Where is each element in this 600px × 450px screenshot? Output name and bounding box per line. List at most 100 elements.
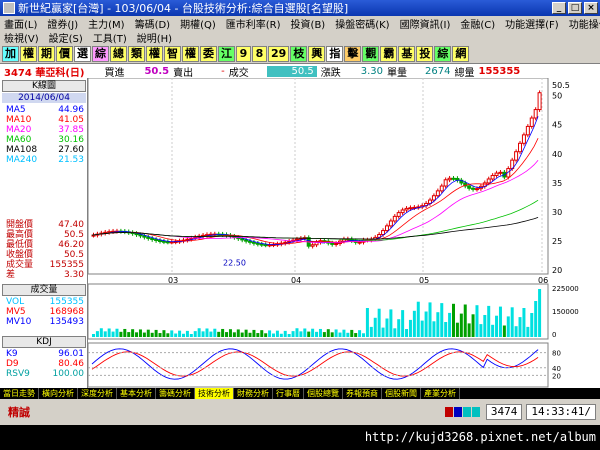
volume-bar	[377, 308, 381, 337]
stock-code-field[interactable]: 3474	[485, 404, 523, 420]
volume-bar	[322, 332, 326, 337]
bottom-tab[interactable]: 個股總覽	[304, 388, 343, 399]
menu-item[interactable]: 畫面(L)	[4, 16, 37, 31]
toolbar-button[interactable]: 9	[236, 45, 251, 62]
price-tick: 20	[552, 266, 562, 275]
menu-item[interactable]: 功能選擇(F)	[505, 16, 559, 31]
menu-item[interactable]: 籌碼(D)	[135, 16, 171, 31]
indicator-row: MA108 27.60	[0, 145, 88, 155]
menu-item[interactable]: 操盤密碼(K)	[335, 16, 389, 31]
bottom-tab[interactable]: 當日走勢	[0, 388, 39, 399]
toolbar-button[interactable]: 投	[416, 45, 434, 62]
menu-item[interactable]: 期權(Q)	[180, 16, 216, 31]
toolbar-button[interactable]: 選	[74, 45, 91, 62]
stock-chart[interactable]: 50.5 50 45 40 35 30 25 20 03 04 05 06 22.50 225000 150…	[87, 77, 600, 388]
volume-bar	[455, 322, 459, 337]
bottom-tab[interactable]: 行事曆	[273, 388, 304, 399]
toolbar-button[interactable]: 綜	[92, 45, 109, 62]
menu-item[interactable]: 匯市利率(R)	[226, 16, 281, 31]
volume-bar	[92, 334, 95, 337]
menu-item[interactable]: 主力(M)	[88, 16, 124, 31]
bottom-tab[interactable]: 橫向分析	[39, 388, 78, 399]
volume-bar	[260, 330, 264, 337]
indicator-value: 80.46	[58, 359, 84, 369]
toolbar-button[interactable]: 29	[268, 45, 290, 62]
volume-bar	[338, 332, 342, 337]
bottom-tab[interactable]: 技術分析	[195, 388, 234, 399]
chart-area[interactable]: 50.5 50 45 40 35 30 25 20 03 04 05 06 22.50 225000 150…	[87, 77, 600, 388]
toolbar-button[interactable]: 擊	[344, 45, 362, 62]
menu-item[interactable]: 檢視(V)	[4, 30, 39, 45]
volume-bar	[315, 331, 319, 337]
volume-bar	[534, 301, 538, 337]
toolbar-button[interactable]: 委	[200, 45, 217, 62]
bottom-tab[interactable]: 籌碼分析	[156, 388, 195, 399]
candle-body	[451, 177, 456, 180]
bottom-tab[interactable]: 產業分析	[421, 388, 460, 399]
candle-body	[255, 242, 260, 245]
menu-item[interactable]: 金融(C)	[460, 16, 495, 31]
toolbar-button[interactable]: 總	[110, 45, 127, 62]
volume-bar	[526, 326, 530, 337]
sell-label: 賣出	[173, 67, 194, 79]
toolbar-button[interactable]: 類	[128, 45, 145, 62]
toolbar-button[interactable]: 權	[146, 45, 163, 62]
minimize-button[interactable]: _	[552, 2, 566, 14]
toolbar-button[interactable]: 網	[452, 45, 470, 62]
menu-item[interactable]: 證券(J)	[47, 16, 78, 31]
indicator-row: MA60 30.16	[0, 135, 88, 145]
volume-bar	[111, 331, 115, 337]
toolbar-button[interactable]: 綜	[434, 45, 452, 62]
toolbar-button[interactable]: 權	[20, 45, 37, 62]
quote-bar: 3474 華亞科(日) 買進 50.5 賣出 - 成交 50.5 漲跌 3.30…	[0, 64, 600, 79]
volume-bar	[393, 328, 397, 337]
toolbar-button[interactable]: 8	[252, 45, 267, 62]
bottom-tab[interactable]: 基本分析	[117, 388, 156, 399]
price-tick: 40	[552, 150, 562, 159]
menu-item[interactable]: 投資(B)	[291, 16, 326, 31]
indicator-row: 成交量 155355	[0, 260, 88, 270]
bottom-tab[interactable]: 財務分析	[234, 388, 273, 399]
toolbar-button[interactable]: 指	[326, 45, 344, 62]
indicator-row: MA240 21.53	[0, 155, 88, 165]
menu-item[interactable]: 設定(S)	[49, 30, 83, 45]
menu-item[interactable]: 國際資訊(I)	[400, 16, 451, 31]
title-bar: 新世紀贏家[台灣] - 103/06/04 - 台股技術分析:綜合自選股[名望股…	[0, 0, 600, 16]
stock-code-name[interactable]: 3474 華亞科(日)	[4, 64, 84, 79]
toolbar-button[interactable]: 枝	[290, 45, 308, 62]
indicator-value: 50.5	[63, 250, 84, 260]
toolbar-button[interactable]: 基	[398, 45, 416, 62]
toolbar-button[interactable]: 智	[164, 45, 181, 62]
bottom-tab[interactable]: 個股新聞	[382, 388, 421, 399]
volume-bar	[209, 331, 213, 337]
kline-label[interactable]: K線圖	[2, 80, 86, 92]
toolbar-button[interactable]: 霸	[380, 45, 398, 62]
menu-item[interactable]: 說明(H)	[137, 30, 172, 45]
ma-list: MA5 44.96 MA10 41.05 MA20 37.85 MA60 30.16 MA108…	[0, 105, 88, 165]
toolbar-button[interactable]: 加	[2, 45, 19, 62]
toolbar-button[interactable]: 興	[308, 45, 326, 62]
price-tick: 45	[552, 121, 562, 130]
maximize-button[interactable]: □	[568, 2, 582, 14]
toolbar-button[interactable]: 觀	[362, 45, 380, 62]
indicator-key: 開盤價	[6, 220, 34, 230]
bottom-tab[interactable]: 深度分析	[78, 388, 117, 399]
volume-bar	[193, 331, 197, 337]
menu-item[interactable]: 工具(T)	[93, 30, 127, 45]
bottom-tab[interactable]: 券報預商	[343, 388, 382, 399]
volume-bar	[123, 328, 127, 337]
toolbar-button[interactable]: 價	[56, 45, 73, 62]
change-label: 漲跌	[320, 67, 341, 79]
indicator-value: 30.16	[58, 135, 84, 145]
volume-bar	[506, 316, 510, 337]
volume-bar	[334, 329, 338, 337]
volume-bar	[479, 324, 483, 337]
close-button[interactable]: ×	[584, 2, 598, 14]
kd-label[interactable]: KDJ	[2, 336, 86, 348]
volume-label[interactable]: 成交量	[2, 284, 86, 296]
toolbar-button[interactable]: 江	[218, 45, 235, 62]
candle-body	[310, 244, 315, 247]
toolbar-button[interactable]: 期	[38, 45, 55, 62]
menu-item[interactable]: 功能操作(F)	[569, 16, 600, 31]
toolbar-button[interactable]: 權	[182, 45, 199, 62]
